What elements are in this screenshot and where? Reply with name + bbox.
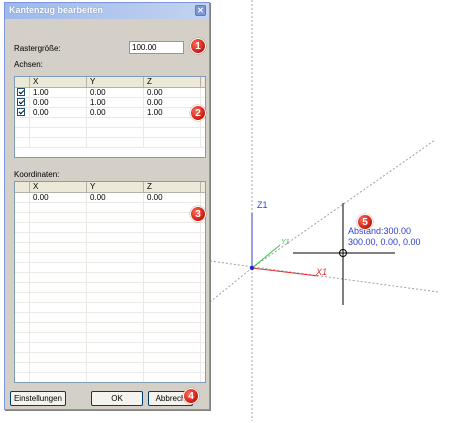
header-cell-y[interactable]: Y <box>87 77 144 87</box>
table-cell[interactable]: 0.00 <box>144 193 201 202</box>
coordinate-readout: 300.00, 0.00, 0.00 <box>348 237 421 247</box>
header-cell-x[interactable]: X <box>30 182 87 192</box>
table-cell[interactable]: 0.00 <box>87 108 144 117</box>
table-row[interactable]: 0.00 0.00 0.00 <box>15 193 205 203</box>
raster-size-input[interactable] <box>129 41 184 54</box>
table-row-empty <box>15 343 205 353</box>
header-cell-y[interactable]: Y <box>87 182 144 192</box>
callout-badge-1: 1 <box>190 38 206 54</box>
coordinates-label: Koordinaten: <box>14 170 60 179</box>
checkbox-checked-icon[interactable] <box>17 88 25 96</box>
table-row-empty <box>15 353 205 363</box>
checkbox-checked-icon[interactable] <box>17 108 25 116</box>
table-row-empty <box>15 253 205 263</box>
table-cell[interactable]: 1.00 <box>30 88 87 97</box>
table-row-empty <box>15 138 205 148</box>
z-axis-label: Z1 <box>257 200 268 210</box>
table-cell[interactable]: 0.00 <box>30 98 87 107</box>
row-marker <box>15 193 30 202</box>
header-cell <box>15 182 30 192</box>
table-row[interactable]: 1.00 0.00 0.00 <box>15 88 205 98</box>
x-axis-line <box>251 267 319 277</box>
table-row-empty <box>15 333 205 343</box>
dialog-titlebar[interactable]: Kantenzug bearbeiten ✕ <box>5 3 209 19</box>
header-cell-z[interactable]: Z <box>144 182 201 192</box>
header-cell <box>15 77 30 87</box>
table-row-empty <box>15 128 205 138</box>
table-cell[interactable]: 0.00 <box>30 108 87 117</box>
callout-badge-4: 4 <box>183 388 199 404</box>
callout-badge-3: 3 <box>190 206 206 222</box>
table-row-empty <box>15 303 205 313</box>
checkbox-checked-icon[interactable] <box>17 98 25 106</box>
callout-badge-5: 5 <box>357 214 373 230</box>
table-cell[interactable]: 0.00 <box>144 88 201 97</box>
distance-readout: Abstand:300.00 <box>348 226 412 236</box>
diagonal-guide-line-lower <box>209 267 253 303</box>
raster-size-label: Rastergröße: <box>14 44 61 53</box>
header-cell-x[interactable]: X <box>30 77 87 87</box>
table-row-empty <box>15 233 205 243</box>
axes-table[interactable]: X Y Z 1.00 0.00 0.00 0.00 1.00 0.00 0.00… <box>14 76 206 158</box>
edit-polyline-dialog: Kantenzug bearbeiten ✕ Rastergröße: Achs… <box>4 2 210 410</box>
table-row-empty <box>15 203 205 213</box>
table-row-empty <box>15 313 205 323</box>
table-row-empty <box>15 243 205 253</box>
table-row-empty <box>15 293 205 303</box>
y-axis-line <box>251 244 281 269</box>
table-row[interactable]: 0.00 1.00 0.00 <box>15 98 205 108</box>
coordinates-table-header: X Y Z <box>15 182 205 193</box>
settings-button[interactable]: Einstellungen <box>10 391 66 406</box>
table-row-empty <box>15 223 205 233</box>
table-cell[interactable]: 0.00 <box>87 88 144 97</box>
origin-point <box>249 265 255 271</box>
x-axis-label: X1 <box>316 267 328 277</box>
axis-checkbox[interactable] <box>15 98 30 107</box>
table-row-empty <box>15 263 205 273</box>
table-cell[interactable]: 1.00 <box>87 98 144 107</box>
axis-checkbox[interactable] <box>15 88 30 97</box>
table-row-empty <box>15 363 205 373</box>
dialog-title: Kantenzug bearbeiten <box>9 5 104 15</box>
axis-checkbox[interactable] <box>15 108 30 117</box>
axes-label: Achsen: <box>14 60 43 69</box>
table-row[interactable]: 0.00 0.00 1.00 <box>15 108 205 118</box>
ok-button[interactable]: OK <box>91 391 143 406</box>
axes-table-header: X Y Z <box>15 77 205 88</box>
table-cell[interactable]: 0.00 <box>87 193 144 202</box>
table-row-empty <box>15 373 205 382</box>
table-row-empty <box>15 283 205 293</box>
header-cell-z[interactable]: Z <box>144 77 201 87</box>
coordinates-table[interactable]: X Y Z 0.00 0.00 0.00 <box>14 181 206 383</box>
table-row-empty <box>15 273 205 283</box>
y-axis-label: Y1 <box>281 239 290 246</box>
table-row-empty <box>15 118 205 128</box>
table-row-empty <box>15 323 205 333</box>
table-row-empty <box>15 213 205 223</box>
close-icon[interactable]: ✕ <box>195 5 206 16</box>
callout-badge-2: 2 <box>190 105 206 121</box>
table-cell[interactable]: 0.00 <box>30 193 87 202</box>
